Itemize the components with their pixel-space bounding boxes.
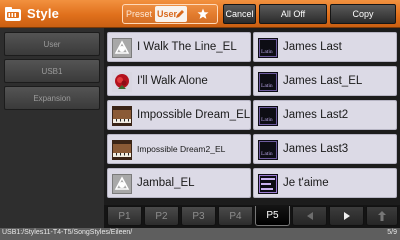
previous-page-button[interactable] xyxy=(292,206,327,226)
latin-logo-icon: Latin xyxy=(258,106,278,126)
file-item[interactable]: Jambal_EL xyxy=(107,168,251,198)
red-rose-icon xyxy=(112,72,132,92)
latin-logo-icon: Latin xyxy=(258,140,278,160)
svg-text:Latin: Latin xyxy=(261,83,273,89)
file-name: I Walk The Line_EL xyxy=(137,41,237,53)
file-name: Jambal_EL xyxy=(137,177,195,189)
file-item[interactable]: I'll Walk Alone xyxy=(107,66,251,96)
triangle-right-icon xyxy=(343,212,350,220)
copy-button[interactable]: Copy xyxy=(330,4,396,24)
file-item[interactable]: Latin James Last3 xyxy=(253,134,397,164)
file-item[interactable]: Latin James Last_EL xyxy=(253,66,397,96)
tab-p3[interactable]: P3 xyxy=(181,206,216,226)
pencil-icon xyxy=(176,10,184,18)
svg-text:Latin: Latin xyxy=(261,117,273,123)
electone-logo-icon xyxy=(112,38,132,58)
file-name: Impossible Dream2_EL xyxy=(137,144,226,154)
file-name: James Last xyxy=(283,41,342,53)
title-bar: Style Preset User Cancel All Off Copy xyxy=(0,0,400,28)
svg-text:Latin: Latin xyxy=(261,151,273,157)
file-item[interactable]: I Walk The Line_EL xyxy=(107,32,251,62)
tab-p2[interactable]: P2 xyxy=(144,206,179,226)
tab-user-label: User xyxy=(157,9,178,19)
folder-up-icon xyxy=(378,211,386,221)
file-item[interactable]: Latin James Last xyxy=(253,32,397,62)
piano-icon xyxy=(112,140,132,160)
file-item[interactable]: Impossible Dream2_EL xyxy=(107,134,251,164)
file-name: Je t'aime xyxy=(283,177,329,189)
latin-logo-icon: Latin xyxy=(258,38,278,58)
star-icon xyxy=(197,8,209,19)
electone-logo-icon xyxy=(112,174,132,194)
preset-user-favorite-selector: Preset User xyxy=(122,4,218,24)
file-item[interactable]: Je t'aime xyxy=(253,168,397,198)
file-name: James Last_EL xyxy=(283,75,363,87)
current-path: USB1:/Styles11-T4-T5/SongStyles/Eileen/ xyxy=(2,229,133,236)
tab-p5[interactable]: P5 xyxy=(255,206,290,226)
file-name: James Last3 xyxy=(283,143,349,155)
tab-preset[interactable]: Preset xyxy=(125,6,153,22)
status-bar: USB1:/Styles11-T4-T5/SongStyles/Eileen/ … xyxy=(0,228,400,240)
sidebar-item-user[interactable]: User xyxy=(4,32,100,56)
tab-p4[interactable]: P4 xyxy=(218,206,253,226)
tab-user[interactable]: User xyxy=(155,6,187,22)
file-name: I'll Walk Alone xyxy=(137,75,208,87)
piano-icon xyxy=(112,106,132,126)
page-title: Style xyxy=(27,6,60,21)
style-folder-icon xyxy=(5,7,21,21)
file-item[interactable]: Latin James Last2 xyxy=(253,100,397,130)
cancel-button[interactable]: Cancel xyxy=(223,4,256,24)
file-item[interactable]: Impossible Dream_EL xyxy=(107,100,251,130)
sidebar-item-usb1[interactable]: USB1 xyxy=(4,59,100,83)
next-page-button[interactable] xyxy=(329,206,364,226)
sidebar-item-expansion[interactable]: Expansion xyxy=(4,86,100,110)
file-name: James Last2 xyxy=(283,109,349,121)
triangle-left-icon xyxy=(306,212,313,220)
page-tabs: P1 P2 P3 P4 P5 xyxy=(104,205,400,228)
file-name: Impossible Dream_EL xyxy=(137,109,251,121)
folder-up-button[interactable] xyxy=(366,206,398,226)
drive-sidebar: User USB1 Expansion xyxy=(0,28,104,228)
tab-p1[interactable]: P1 xyxy=(107,206,142,226)
tab-favorite[interactable] xyxy=(191,6,215,22)
page-counter: 5/9 xyxy=(387,229,397,236)
latin-logo-icon: Latin xyxy=(258,72,278,92)
file-grid: I Walk The Line_EL Latin James Last I'll… xyxy=(104,28,400,205)
svg-text:Latin: Latin xyxy=(261,49,273,55)
easy-listening-icon xyxy=(258,174,278,194)
all-off-button[interactable]: All Off xyxy=(259,4,327,24)
